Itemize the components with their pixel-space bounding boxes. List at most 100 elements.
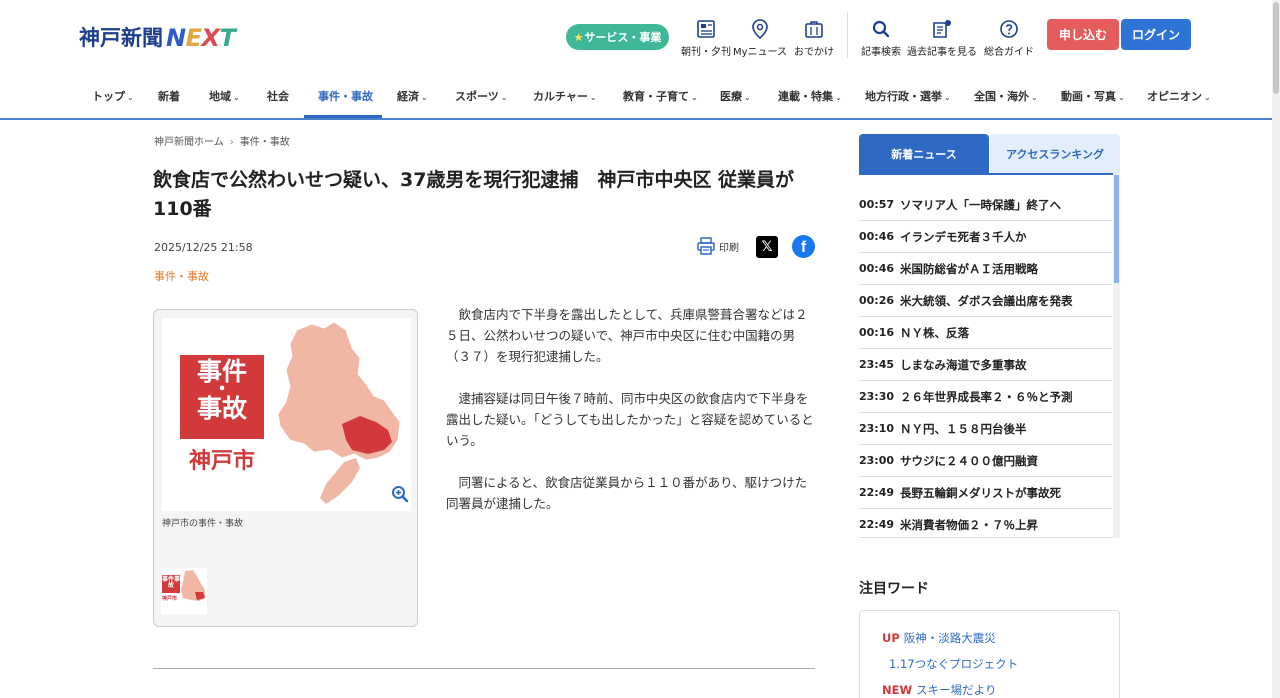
nav-item-video-photo[interactable]: 動画・写真 ⌄ xyxy=(1061,88,1125,104)
service-button-label: サービス・事業 xyxy=(584,31,662,44)
keyword-link[interactable]: UP 阪神・淡路大震災 xyxy=(882,630,996,646)
nav-label: 動画・写真 xyxy=(1061,90,1116,103)
nav-label: 連載・特集 xyxy=(778,90,833,103)
nav-label: 社会 xyxy=(267,90,289,103)
article-search-link[interactable]: 記事検索 xyxy=(861,18,901,58)
chevron-down-icon: ⌄ xyxy=(691,93,698,102)
share-x-button[interactable]: 𝕏 xyxy=(756,236,778,258)
active-nav-indicator xyxy=(304,115,382,118)
article-body: 飲食店内で下半身を露出したとして、兵庫県警葺合署などは２５日、公然わいせつの疑い… xyxy=(446,304,818,535)
thumbnail-stamp: 事件事故 xyxy=(162,575,180,593)
news-time: 22:49 xyxy=(859,486,895,499)
news-time: 00:46 xyxy=(859,230,895,243)
news-item[interactable]: 00:46 米国防総省がＡＩ活用戦略 xyxy=(859,253,1112,285)
guide-label: 総合ガイド xyxy=(984,47,1034,58)
nav-item-local-politics[interactable]: 地方行政・選挙 ⌄ xyxy=(865,88,951,104)
tab-latest-news[interactable]: 新着ニュース xyxy=(859,134,989,173)
article-title: 飲食店で公然わいせつ疑い、37歳男を現行犯逮捕 神戸市中央区 従業員が110番 xyxy=(153,169,795,220)
page-scrollbar[interactable] xyxy=(1272,0,1280,698)
nav-item-incidents[interactable]: 事件・事故 xyxy=(318,88,373,104)
apply-button[interactable]: 申し込む xyxy=(1047,19,1119,50)
nav-item-latest[interactable]: 新着 xyxy=(158,88,180,104)
news-list-scrollbar-thumb[interactable] xyxy=(1114,175,1119,283)
breadcrumb-home[interactable]: 神戸新聞ホーム xyxy=(154,137,224,148)
article-main-image[interactable]: 事件 ・ 事故 神戸市 xyxy=(162,318,411,511)
search-label: 記事検索 xyxy=(861,47,901,58)
nav-item-medical[interactable]: 医療 ⌄ xyxy=(720,88,751,104)
news-item[interactable]: 00:57 ソマリア人「一時保護」終了へ xyxy=(859,189,1112,221)
facebook-icon: f xyxy=(800,239,807,256)
keyword-link[interactable]: 1.17つなぐプロジェクト xyxy=(885,656,1018,672)
help-icon xyxy=(1000,20,1018,38)
nav-item-culture[interactable]: カルチャー ⌄ xyxy=(533,88,597,104)
nav-item-series[interactable]: 連載・特集 ⌄ xyxy=(778,88,842,104)
zoom-in-icon[interactable] xyxy=(391,485,409,503)
news-time: 23:30 xyxy=(859,390,895,403)
x-icon: 𝕏 xyxy=(761,239,773,255)
chevron-down-icon: ⌄ xyxy=(233,93,240,102)
news-item[interactable]: 22:49 米消費者物価２・７％上昇 xyxy=(859,509,1112,537)
newspaper-icon xyxy=(697,20,715,38)
article-paragraph: 逮捕容疑は同日午後７時前、同市中央区の飲食店内で下半身を露出した疑い。「どうして… xyxy=(446,391,814,448)
chevron-down-icon: ⌄ xyxy=(589,93,597,102)
news-item[interactable]: 00:46 イランデモ死者３千人か xyxy=(859,221,1112,253)
nav-item-sports[interactable]: スポーツ ⌄ xyxy=(455,88,507,104)
guide-link[interactable]: 総合ガイド xyxy=(984,18,1034,58)
news-item[interactable]: 23:30 ２６年世界成長率２・６％と予測 xyxy=(859,381,1112,413)
news-item[interactable]: 00:26 米大統領、ダボス会議出席を発表 xyxy=(859,285,1112,317)
chevron-down-icon: ⌄ xyxy=(1204,93,1211,102)
keyword-link[interactable]: NEW スキー場だより xyxy=(882,682,996,698)
nav-item-economy[interactable]: 経済 ⌄ xyxy=(397,88,428,104)
article-category-link[interactable]: 事件・事故 xyxy=(154,268,209,284)
nav-item-opinion[interactable]: オピニオン ⌄ xyxy=(1147,88,1211,104)
news-title: しまなみ海道で多重事故 xyxy=(900,357,1027,372)
news-title: ＮＹ株、反落 xyxy=(900,325,969,340)
thumbnail-city: 神戸市 xyxy=(162,596,178,602)
page-scrollbar-thumb[interactable] xyxy=(1273,2,1279,94)
news-item[interactable]: 00:16 ＮＹ株、反落 xyxy=(859,317,1112,349)
morning-evening-edition-link[interactable]: 朝刊・夕刊 xyxy=(681,18,731,58)
nav-item-education[interactable]: 教育・子育て ⌄ xyxy=(623,88,698,104)
bag-icon xyxy=(805,21,823,38)
chevron-down-icon: ⌄ xyxy=(835,93,842,102)
site-logo[interactable]: 神戸新聞 NEXT xyxy=(79,22,236,52)
news-item[interactable]: 23:00 サウジに２４００億円融資 xyxy=(859,445,1112,477)
news-title: 米大統領、ダボス会議出席を発表 xyxy=(900,293,1073,308)
edition-label: 朝刊・夕刊 xyxy=(681,47,731,58)
image-thumbnail[interactable]: 事件事故 神戸市 xyxy=(161,568,207,614)
chevron-down-icon: ⌄ xyxy=(500,93,508,102)
nav-item-society[interactable]: 社会 xyxy=(267,88,289,104)
service-button[interactable]: ★ サービス・事業 xyxy=(566,24,669,50)
chevron-down-icon: ⌄ xyxy=(127,93,134,102)
nav-label: 全国・海外 xyxy=(974,90,1029,103)
news-title: ソマリア人「一時保護」終了へ xyxy=(900,197,1061,212)
archive-icon xyxy=(933,20,951,38)
news-item[interactable]: 23:10 ＮＹ円、１５８円台後半 xyxy=(859,413,1112,445)
news-title: ＮＹ円、１５８円台後半 xyxy=(900,421,1027,436)
keyword-label: 1.17つなぐプロジェクト xyxy=(889,657,1019,671)
nav-label: カルチャー xyxy=(533,90,588,103)
keyword-label: スキー場だより xyxy=(916,683,997,697)
chevron-down-icon: ⌄ xyxy=(1118,93,1125,102)
article-image-card: 事件 ・ 事故 神戸市 神戸市の事件・事故 事件事故 神戸市 xyxy=(153,309,418,627)
login-button[interactable]: ログイン xyxy=(1121,19,1191,50)
share-facebook-button[interactable]: f xyxy=(792,235,815,258)
nav-item-top[interactable]: トップ ⌄ xyxy=(92,88,134,104)
news-time: 00:16 xyxy=(859,326,895,339)
news-time: 23:10 xyxy=(859,422,895,435)
tab-access-ranking[interactable]: アクセスランキング xyxy=(990,134,1120,173)
logo-text-next: NEXT xyxy=(166,24,236,52)
news-item[interactable]: 22:49 長野五輪銅メダリストが事故死 xyxy=(859,477,1112,509)
news-time: 00:26 xyxy=(859,294,895,307)
my-news-link[interactable]: Myニュース xyxy=(733,18,787,58)
nav-item-region[interactable]: 地域 ⌄ xyxy=(209,88,240,104)
incident-stamp: 事件 ・ 事故 xyxy=(180,355,264,439)
archive-link[interactable]: 過去記事を見る xyxy=(907,18,977,58)
nav-item-national-world[interactable]: 全国・海外 ⌄ xyxy=(974,88,1038,104)
breadcrumb-separator: › xyxy=(229,137,234,148)
print-button[interactable]: 印刷 xyxy=(696,236,739,256)
outing-link[interactable]: おでかけ xyxy=(794,18,834,58)
breadcrumb-category[interactable]: 事件・事故 xyxy=(240,137,290,148)
nav-label: オピニオン xyxy=(1147,90,1202,103)
news-item[interactable]: 23:45 しまなみ海道で多重事故 xyxy=(859,349,1112,381)
